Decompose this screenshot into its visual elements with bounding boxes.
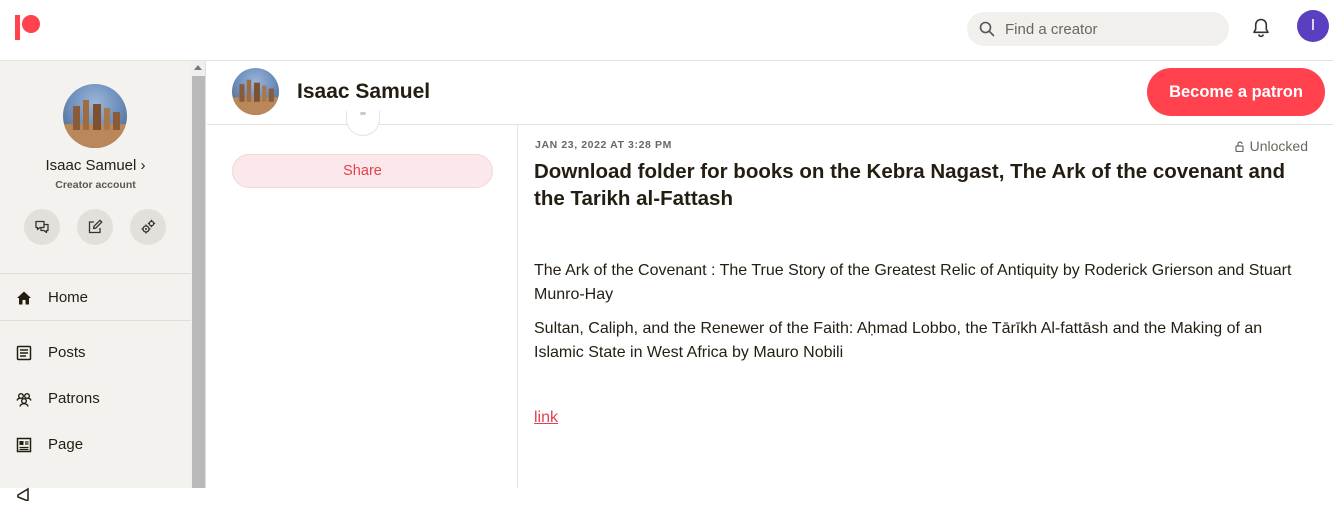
sidebar-divider	[0, 320, 191, 321]
unlocked-badge: Unlocked	[1235, 138, 1308, 154]
scrollbar-thumb[interactable]	[192, 76, 205, 488]
sidebar-item-label: Posts	[48, 344, 86, 361]
sidebar-creator-name[interactable]: Isaac Samuel ›	[0, 157, 191, 174]
avatar-image	[232, 79, 279, 115]
posts-icon	[16, 345, 32, 361]
creator-account-label: Creator account	[55, 179, 136, 191]
logo-bar	[15, 15, 20, 40]
unlock-icon	[1235, 140, 1244, 152]
creator-sidebar: Isaac Samuel › Creator account Home Post…	[0, 61, 191, 501]
sidebar-item-partial[interactable]	[0, 473, 191, 513]
promotions-icon	[17, 487, 29, 501]
avatar-image	[63, 100, 127, 148]
more-options-icon	[360, 112, 366, 115]
sidebar-item-home[interactable]: Home	[0, 278, 191, 318]
scroll-up-arrow-icon[interactable]	[194, 65, 202, 70]
post-date: JAN 23, 2022 AT 3:28 PM	[535, 139, 672, 151]
notifications-bell-icon[interactable]	[1250, 17, 1272, 39]
sidebar-creator-name-text: Isaac Samuel	[45, 157, 137, 174]
creator-avatar[interactable]	[63, 84, 127, 148]
sidebar-scrollbar[interactable]	[191, 61, 206, 488]
patreon-logo[interactable]	[15, 15, 41, 41]
chevron-right-icon: ›	[140, 157, 146, 174]
sidebar-divider	[0, 273, 191, 274]
logo-dot	[22, 15, 40, 33]
sidebar-item-label: Home	[48, 289, 89, 306]
edit-post-icon	[88, 219, 103, 234]
download-link[interactable]: link	[534, 409, 558, 427]
top-navigation-bar: I	[0, 0, 1333, 61]
post-title: Download folder for books on the Kebra N…	[534, 160, 1285, 210]
share-button[interactable]: Share	[232, 154, 493, 188]
unlocked-label: Unlocked	[1249, 138, 1308, 154]
post-paragraph: Sultan, Caliph, and the Renewer of the F…	[534, 320, 1263, 361]
settings-icon	[141, 219, 156, 234]
post-paragraph: The Ark of the Covenant : The True Story…	[534, 262, 1292, 303]
user-avatar[interactable]: I	[1297, 10, 1329, 42]
patrons-icon	[16, 393, 32, 407]
creator-header-name[interactable]: Isaac Samuel	[297, 80, 430, 104]
sidebar-item-patrons[interactable]: Patrons	[0, 379, 191, 419]
sidebar-item-label: Page	[48, 436, 84, 453]
search-icon	[979, 21, 995, 37]
sidebar-item-page[interactable]: Page	[0, 425, 191, 465]
post-content: JAN 23, 2022 AT 3:28 PM Unlocked Downloa…	[519, 125, 1333, 488]
page-icon	[16, 437, 32, 453]
become-patron-button[interactable]: Become a patron	[1147, 68, 1325, 116]
search-box[interactable]	[967, 12, 1229, 46]
post-left-column: Share	[207, 111, 518, 488]
creator-header-avatar[interactable]	[232, 68, 279, 115]
messages-button[interactable]	[24, 209, 60, 245]
edit-post-button[interactable]	[77, 209, 113, 245]
settings-button[interactable]	[130, 209, 166, 245]
sidebar-item-label: Patrons	[48, 390, 100, 407]
messages-icon	[35, 220, 49, 234]
home-icon	[17, 291, 31, 305]
sidebar-item-posts[interactable]: Posts	[0, 333, 191, 373]
search-input[interactable]	[1005, 12, 1215, 46]
more-options-button[interactable]	[346, 111, 380, 136]
